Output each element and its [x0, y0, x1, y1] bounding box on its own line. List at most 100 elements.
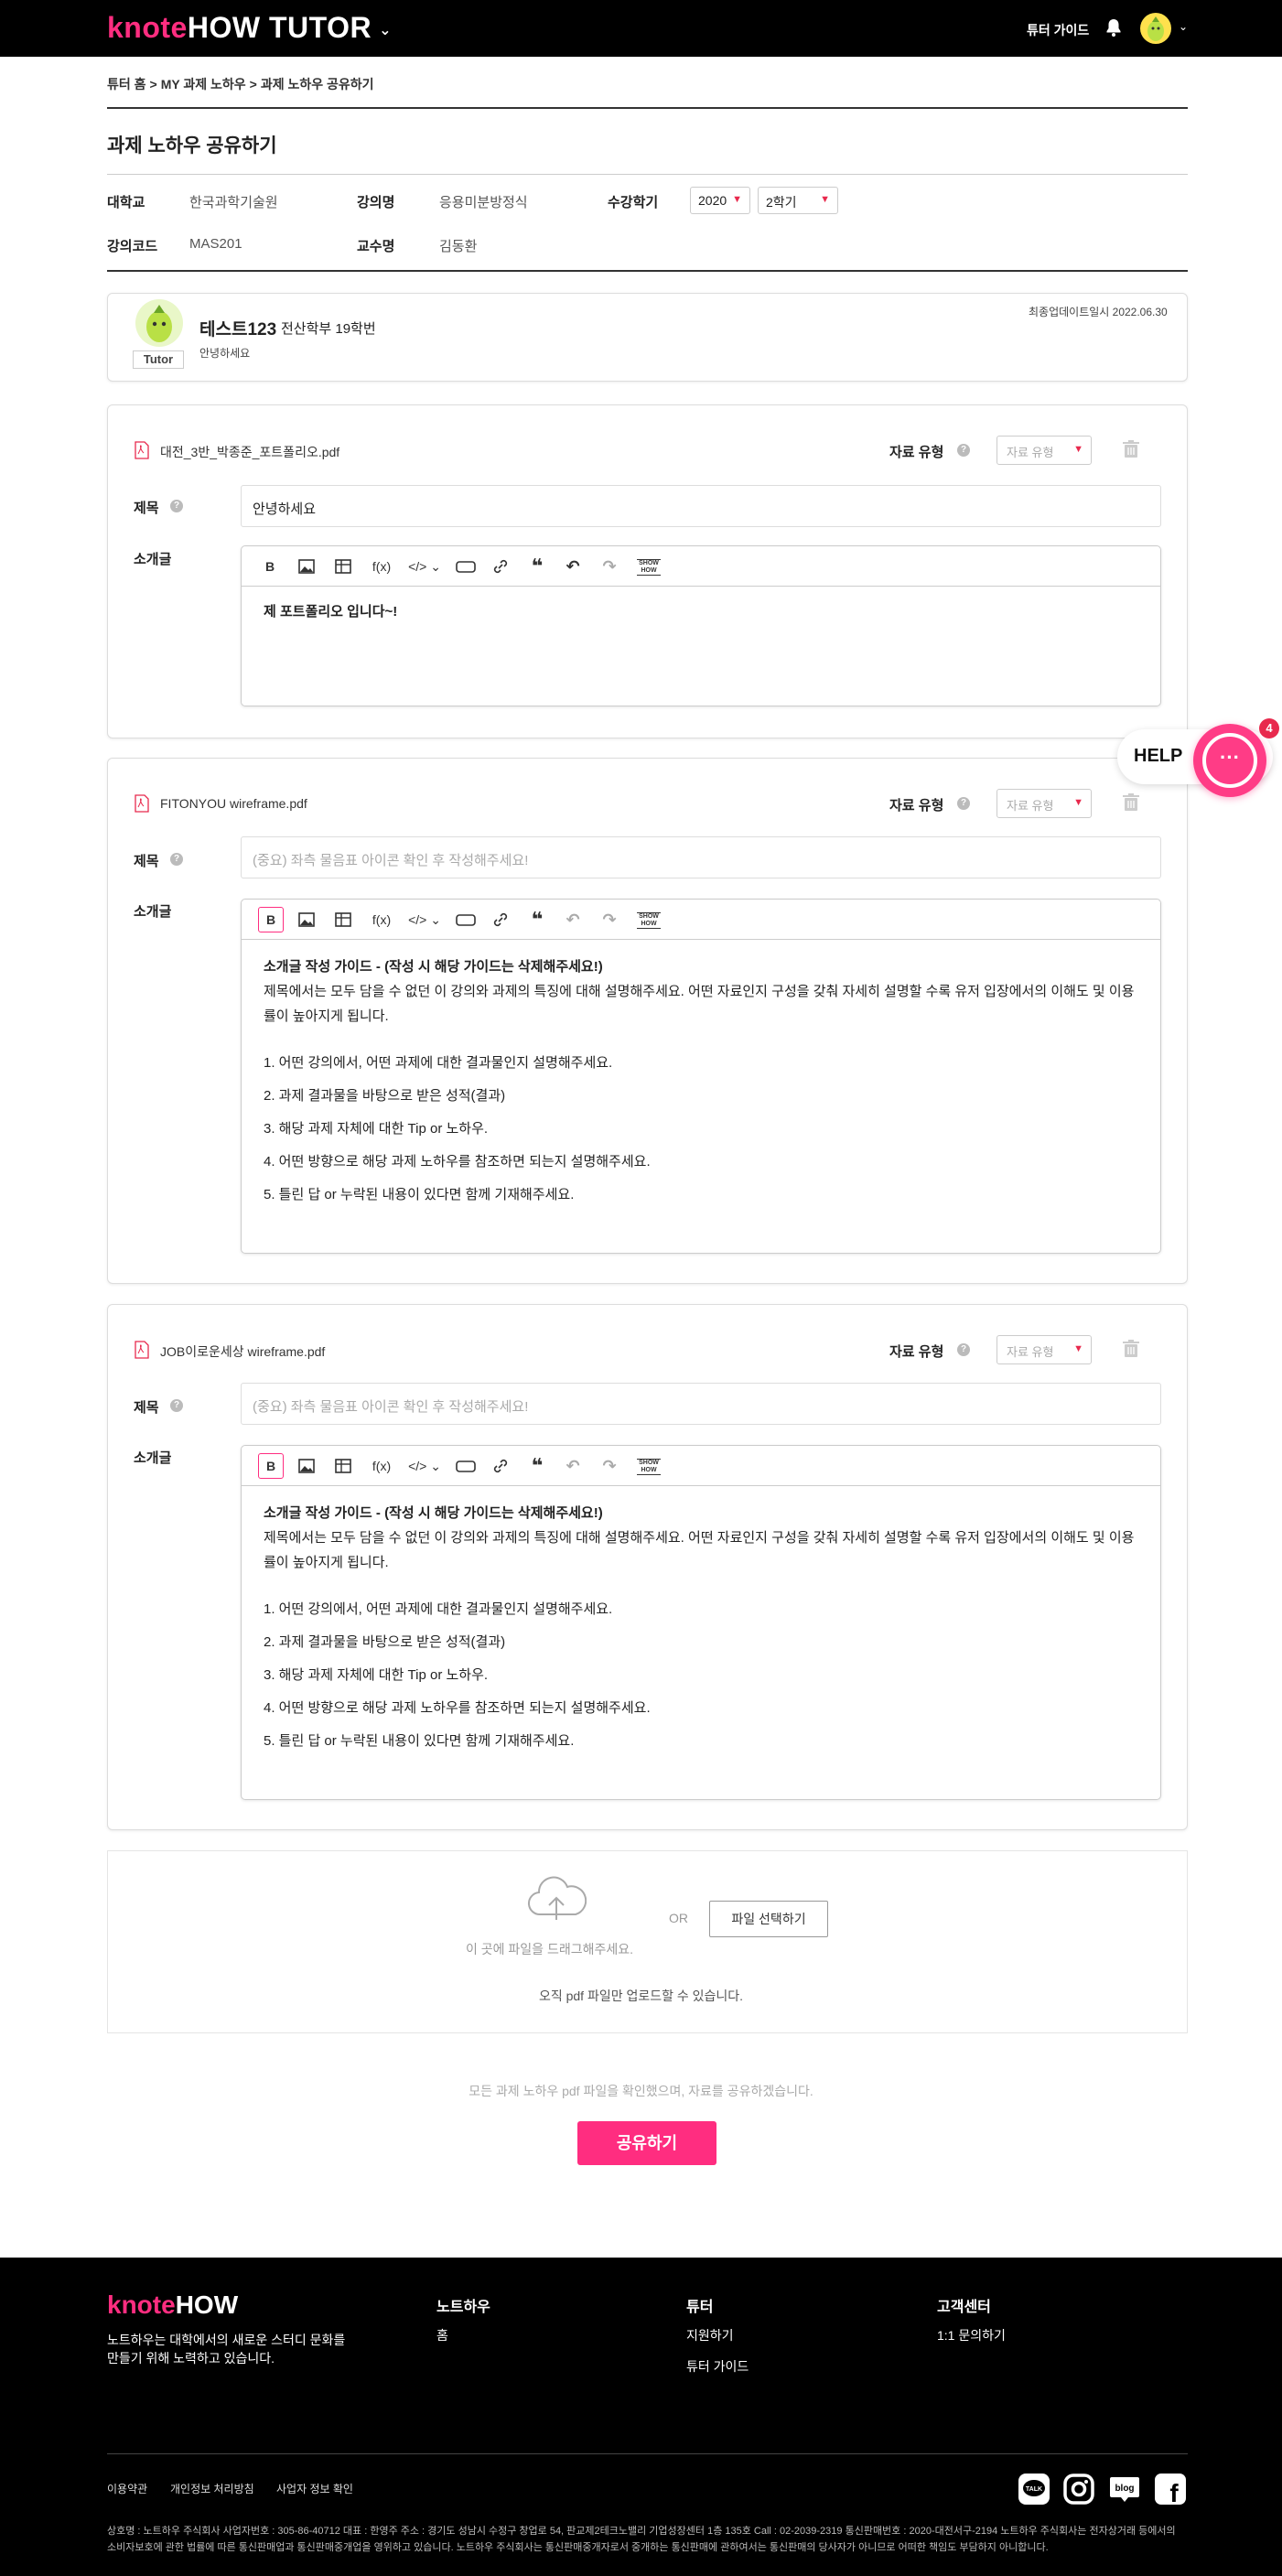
guide-list: 1. 어떤 강의에서, 어떤 과제에 대한 결과물인지 설명해주세요. 2. 과… — [264, 1593, 1138, 1758]
help-question-icon[interactable]: ? — [957, 1343, 970, 1356]
intro-editor[interactable]: B f(x) </> ⌄ ❝ ↶ ↷ SHOW HOW 소개글 작성 가이드 -… — [241, 1445, 1161, 1800]
top-header: knoteHOW TUTOR ⌄ 튜터 가이드 ⌄ — [0, 0, 1282, 57]
bell-icon[interactable] — [1105, 18, 1122, 37]
footer-link-guide[interactable]: 튜터 가이드 — [686, 2357, 749, 2376]
chat-icon[interactable]: ··· — [1193, 724, 1266, 797]
bold-button[interactable]: B — [264, 557, 276, 576]
formula-button[interactable]: f(x) — [370, 557, 393, 576]
table-icon[interactable] — [335, 1457, 351, 1475]
chevron-down-icon[interactable]: ⌄ — [379, 23, 392, 38]
title-input[interactable]: 안녕하세요 — [241, 485, 1161, 527]
formula-button[interactable]: f(x) — [370, 1457, 393, 1475]
brand-logo[interactable]: knoteHOW TUTOR ⌄ — [107, 11, 392, 45]
title-label: 제목 — [134, 1400, 159, 1416]
help-question-icon[interactable]: ? — [170, 853, 183, 866]
semester-select[interactable]: 2학기 ▼ — [758, 187, 838, 214]
year-select[interactable]: 2020 ▼ — [690, 187, 750, 214]
type-select[interactable]: 자료 유형 ▼ — [997, 789, 1092, 818]
guide-body: 제목에서는 모두 담을 수 없던 이 강의와 과제의 특징에 대해 설명해주세요… — [264, 984, 1135, 1024]
company-legal-info: 상호명 : 노트하우 주식회사 사업자번호 : 305-86-40712 대표 … — [107, 2526, 1176, 2553]
footer-link-inquiry[interactable]: 1:1 문의하기 — [937, 2326, 1006, 2344]
business-info-link[interactable]: 사업자 정보 확인 — [276, 2481, 353, 2496]
quote-button[interactable]: ❝ — [527, 1456, 547, 1476]
breadcrumb-my-knowhow[interactable]: MY 과제 노하우 — [161, 77, 246, 92]
undo-button[interactable]: ↶ — [564, 911, 582, 929]
show-how-button[interactable]: SHOW HOW — [637, 1459, 661, 1475]
file-name: FITONYOU wireframe.pdf — [160, 796, 307, 811]
help-label[interactable]: HELP — [1134, 746, 1182, 767]
undo-button[interactable]: ↶ — [564, 557, 582, 576]
link-icon[interactable] — [492, 557, 509, 576]
table-icon[interactable] — [335, 911, 351, 929]
share-button[interactable]: 공유하기 — [577, 2121, 716, 2165]
divider — [107, 2453, 1188, 2454]
image-icon[interactable] — [298, 557, 315, 576]
school-label: 대학교 — [107, 195, 145, 210]
box-icon[interactable] — [456, 911, 476, 929]
help-question-icon[interactable]: ? — [170, 1399, 183, 1412]
intro-editor[interactable]: B f(x) </> ⌄ ❝ ↶ ↷ SHOW HOW 소개글 작성 가이드 -… — [241, 899, 1161, 1254]
terms-link[interactable]: 이용약관 — [107, 2481, 147, 2496]
link-icon[interactable] — [492, 911, 509, 929]
trash-icon[interactable] — [1123, 1340, 1139, 1358]
file-name: 대전_3반_박종준_포트폴리오.pdf — [160, 445, 340, 459]
bold-button[interactable]: B — [258, 907, 284, 932]
breadcrumb-home[interactable]: 튜터 홈 — [107, 77, 146, 92]
title-label: 제목 — [134, 854, 159, 869]
redo-button[interactable]: ↷ — [600, 911, 619, 929]
divider — [107, 270, 1188, 272]
intro-text: 제 포트폴리오 입니다~! — [264, 604, 398, 620]
instagram-icon[interactable] — [1063, 2474, 1094, 2505]
footer: knoteHOW 노트하우는 대학에서의 새로운 스터디 문화를 만들기 위해 노… — [0, 2258, 1282, 2576]
trash-icon[interactable] — [1123, 440, 1139, 458]
help-question-icon[interactable]: ? — [957, 797, 970, 810]
bold-button[interactable]: B — [258, 1453, 284, 1479]
footer-link-home[interactable]: 홈 — [436, 2326, 448, 2344]
code-button[interactable]: </> ⌄ — [406, 911, 443, 929]
title-input[interactable]: (중요) 좌측 물음표 아이콘 확인 후 작성해주세요! — [241, 836, 1161, 878]
intro-label: 소개글 — [134, 904, 172, 920]
facebook-icon[interactable]: f — [1155, 2474, 1186, 2505]
type-label: 자료 유형 — [889, 445, 944, 460]
footer-link-apply[interactable]: 지원하기 — [686, 2326, 734, 2344]
code-button[interactable]: </> ⌄ — [406, 1457, 443, 1475]
tutor-dept: 전산학부 19학번 — [281, 321, 376, 337]
code-button[interactable]: </> ⌄ — [406, 557, 443, 576]
help-widget[interactable]: HELP ··· 4 — [1117, 718, 1282, 797]
intro-editor[interactable]: B f(x) </> ⌄ ❝ ↶ ↷ SHOW HOW 제 포트폴리오 입니다~… — [241, 545, 1161, 706]
table-icon[interactable] — [335, 557, 351, 576]
show-how-button[interactable]: SHOW HOW — [637, 559, 661, 576]
divider — [107, 174, 1188, 175]
privacy-link[interactable]: 개인정보 처리방침 — [170, 2481, 254, 2496]
type-select[interactable]: 자료 유형 ▼ — [997, 436, 1092, 465]
help-question-icon[interactable]: ? — [957, 444, 970, 457]
tutor-guide-link[interactable]: 튜터 가이드 — [1027, 21, 1089, 39]
undo-button[interactable]: ↶ — [564, 1457, 582, 1475]
tutor-avatar — [135, 299, 183, 347]
quote-button[interactable]: ❝ — [527, 556, 547, 577]
title-input[interactable]: (중요) 좌측 물음표 아이콘 확인 후 작성해주세요! — [241, 1383, 1161, 1425]
footer-logo[interactable]: knoteHOW — [107, 2290, 238, 2320]
type-select[interactable]: 자료 유형 ▼ — [997, 1335, 1092, 1364]
code-value: MAS201 — [189, 236, 242, 252]
link-icon[interactable] — [492, 1457, 509, 1475]
select-file-button[interactable]: 파일 선택하기 — [709, 1901, 828, 1937]
help-question-icon[interactable]: ? — [170, 500, 183, 512]
file-drop-zone[interactable] — [107, 1850, 1188, 2033]
box-icon[interactable] — [456, 1457, 476, 1475]
formula-button[interactable]: f(x) — [370, 911, 393, 929]
svg-text:blog: blog — [1115, 2484, 1134, 2494]
avatar[interactable] — [1140, 13, 1171, 44]
type-label: 자료 유형 — [889, 1344, 944, 1360]
image-icon[interactable] — [298, 911, 315, 929]
redo-button[interactable]: ↷ — [600, 1457, 619, 1475]
quote-button[interactable]: ❝ — [527, 910, 547, 930]
kakao-talk-icon[interactable]: TALK — [1018, 2474, 1050, 2505]
box-icon[interactable] — [456, 557, 476, 576]
redo-button[interactable]: ↷ — [600, 557, 619, 576]
chevron-down-icon[interactable]: ⌄ — [1179, 20, 1188, 33]
blog-icon[interactable]: blog — [1109, 2474, 1140, 2505]
image-icon[interactable] — [298, 1457, 315, 1475]
show-how-button[interactable]: SHOW HOW — [637, 912, 661, 929]
trash-icon[interactable] — [1123, 793, 1139, 812]
